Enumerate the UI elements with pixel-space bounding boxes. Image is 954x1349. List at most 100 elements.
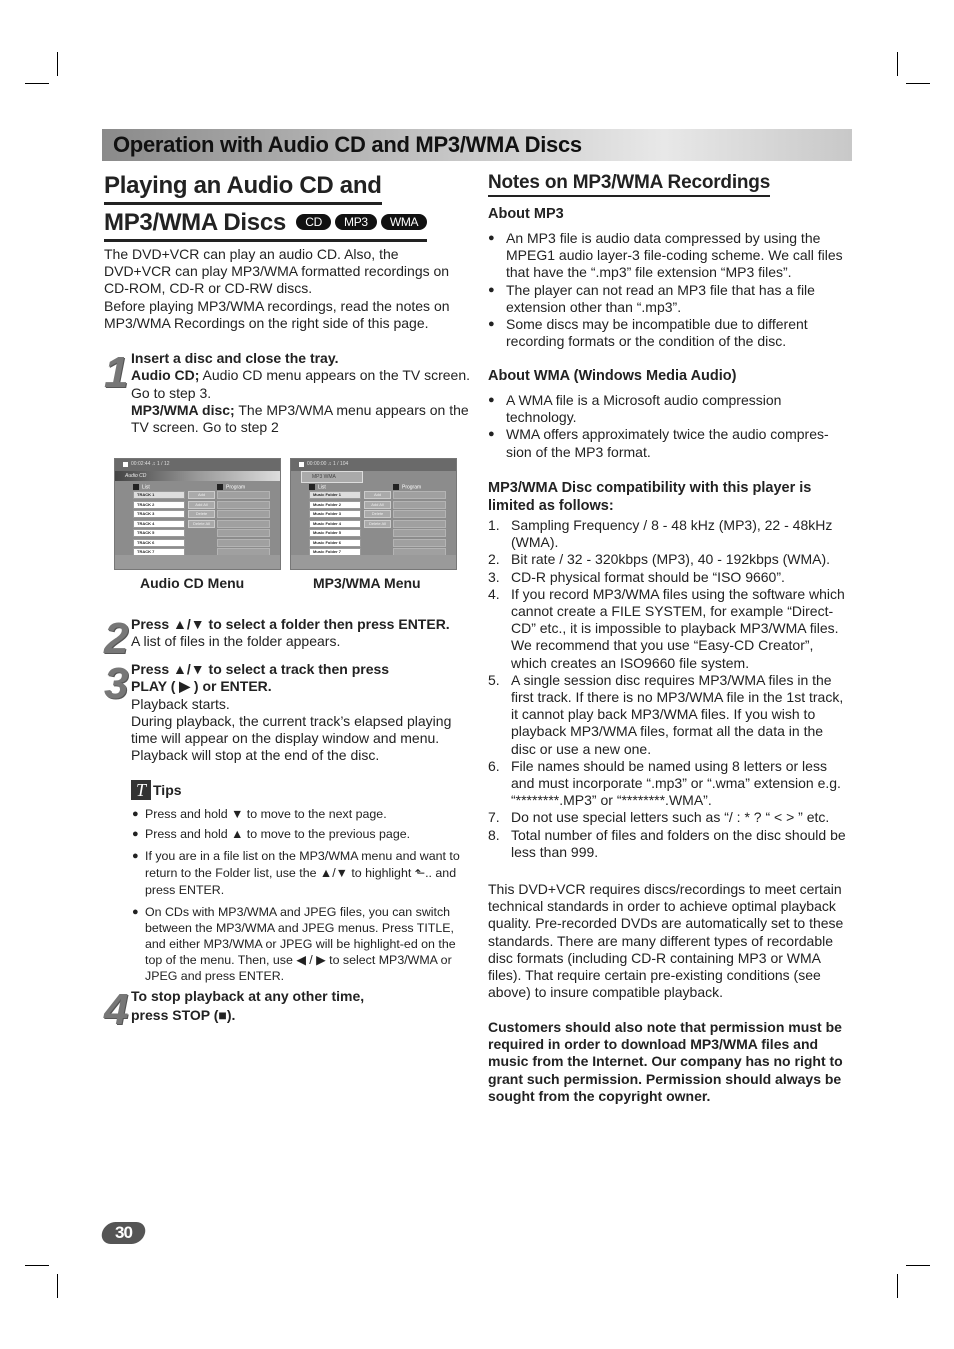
- menu-buttons: Add Add All Delete Delete All: [364, 491, 391, 529]
- list-item-text: A single session disc requires MP3/WMA f…: [511, 671, 844, 757]
- tip-item: ● Press and hold ▼ to move to the next pa…: [132, 807, 387, 821]
- step-number: 1: [104, 348, 129, 397]
- list-item: TRACK 1: [133, 491, 185, 499]
- audio-cd-menu-screenshot: 00:02:44 ♫ 1 / 12 Audio CD List Program …: [114, 458, 281, 570]
- add-button: Add: [364, 491, 391, 499]
- list-item: TRACK 2: [133, 500, 185, 509]
- tips-header: T Tips: [131, 780, 471, 800]
- step-body: Press ▲/▼ to select a folder then press …: [131, 616, 471, 651]
- list-item: ● WMA offers approximately twice the audi…: [488, 426, 829, 460]
- crop-mark: [57, 1274, 58, 1298]
- notes-heading: Notes on MP3/WMA Recordings: [488, 172, 770, 197]
- list-item: TRACK 5: [133, 529, 185, 537]
- delete-button: Delete: [188, 510, 215, 518]
- list-item-text: Sampling Frequency / 8 - 48 kHz (MP3), 2…: [511, 517, 833, 551]
- list-item: Music Folder 1: [309, 491, 361, 499]
- program-label: Program: [226, 484, 246, 491]
- page-heading-line1: Playing an Audio CD and: [104, 172, 382, 205]
- list-item-text: CD-R physical format should be “ISO 9660…: [511, 568, 785, 585]
- page-number: 30: [115, 1223, 132, 1242]
- list-item: 2. Bit rate / 32 - 320kbps (MP3), 40 - 19…: [488, 551, 831, 568]
- status-readout: 00:00:00 ♫ 1 / 104: [307, 461, 349, 467]
- step-title: Insert a disc and close the tray.: [131, 350, 339, 366]
- list-item-text: Some discs may be incompatible due to di…: [506, 316, 808, 350]
- page-heading-line2: MP3/WMA Discs CD MP3 WMA: [104, 209, 428, 242]
- list-item: Music Folder 3: [309, 510, 361, 518]
- section-banner: Operation with Audio CD and MP3/WMA Disc…: [102, 129, 852, 161]
- tip-item: ● On CDs with MP3/WMA and JPEG files, you…: [132, 905, 456, 983]
- tip-item: ● If you are in a file list on the MP3/WM…: [132, 849, 460, 897]
- step-title: Press ▲/▼ to select a folder then press …: [131, 616, 450, 632]
- list-item: ● A WMA file is a Microsoft audio compres…: [488, 392, 782, 426]
- heading-text: MP3/WMA Discs: [104, 209, 286, 236]
- list-item: 7. Do not use special letters such as “/ …: [488, 809, 830, 826]
- delete-all-button: Delete All: [364, 519, 391, 528]
- intro-text: The DVD+VCR can play an audio CD. Also, …: [104, 246, 466, 332]
- tip-text: If you are in a file list on the MP3/WMA…: [145, 849, 460, 897]
- program-icon: [393, 484, 399, 490]
- crop-mark: [25, 1265, 49, 1266]
- list-item-text: Bit rate / 32 - 320kbps (MP3), 40 - 192k…: [511, 551, 831, 568]
- compat-heading: MP3/WMA Disc compatibility with this pla…: [488, 480, 812, 514]
- step-number: 2: [104, 614, 129, 663]
- menu-title: Audio CD: [115, 471, 280, 481]
- delete-all-button: Delete All: [188, 519, 215, 528]
- step-body: Insert a disc and close the tray. Audio …: [131, 350, 471, 436]
- list-item: TRACK 4: [133, 519, 185, 528]
- badge-wma: WMA: [380, 213, 428, 230]
- step-text: During playback, the current track’s ela…: [131, 712, 452, 764]
- program-icon: [217, 484, 223, 490]
- step-text: Playback starts.: [131, 695, 230, 712]
- list-icon: [133, 484, 139, 490]
- step-title: To stop playback at any other time,: [131, 988, 365, 1004]
- list-item: Music Folder 6: [309, 538, 361, 547]
- add-all-button: Add All: [188, 500, 215, 509]
- step-number: 4: [104, 985, 129, 1034]
- crop-mark: [57, 52, 58, 76]
- step-title: Press ▲/▼ to select a track then press: [131, 661, 390, 677]
- program-label: Program: [402, 484, 422, 491]
- audio-cd-menu-caption: Audio CD Menu: [140, 575, 245, 591]
- list-item-text: Do not use special letters such as “/ : …: [511, 809, 830, 826]
- step-label: MP3/WMA disc;: [131, 401, 235, 418]
- badge-cd: CD: [296, 213, 332, 230]
- add-all-button: Add All: [364, 500, 391, 509]
- intro-paragraph: The DVD+VCR can play an audio CD. Also, …: [104, 246, 450, 297]
- step-title: PLAY ( ▶ ) or ENTER.: [131, 678, 272, 695]
- list-item: TRACK 3: [133, 510, 185, 518]
- compat-list: 1. Sampling Frequency / 8 - 48 kHz (MP3),…: [488, 517, 850, 861]
- step-body: Press ▲/▼ to select a track then press P…: [131, 661, 471, 765]
- mp3-wma-menu-caption: MP3/WMA Menu: [313, 575, 421, 591]
- menu-buttons: Add Add All Delete Delete All: [188, 491, 215, 529]
- list-item: 1. Sampling Frequency / 8 - 48 kHz (MP3),…: [488, 517, 833, 551]
- tip-text: Press and hold ▼ to move to the next pag…: [145, 807, 387, 821]
- about-wma-heading: About WMA (Windows Media Audio): [488, 368, 737, 384]
- list-item-text: File names should be named using 8 lette…: [511, 757, 841, 809]
- list-item: Music Folder 4: [309, 519, 361, 528]
- list-item-text: WMA offers approximately twice the audio…: [506, 426, 829, 460]
- list-item: ● The player can not read an MP3 file tha…: [488, 281, 815, 315]
- list-item: 5. A single session disc requires MP3/WMA…: [488, 671, 844, 757]
- delete-button: Delete: [364, 510, 391, 518]
- crop-mark: [897, 1274, 898, 1298]
- list-label: List: [318, 484, 326, 491]
- list-item: 6. File names should be named using 8 let…: [488, 757, 841, 809]
- standards-paragraph: This DVD+VCR requires discs/recordings t…: [488, 881, 844, 1001]
- crop-mark: [25, 83, 49, 84]
- list-item: 8. Total number of files and folders on t…: [488, 826, 846, 860]
- step-number: 3: [104, 659, 129, 708]
- tips-icon: T: [131, 780, 151, 800]
- list-item: Music Folder 5: [309, 529, 361, 537]
- list-item-text: An MP3 file is audio data compressed by …: [506, 230, 843, 281]
- step-text: A list of files in the folder appears.: [131, 633, 341, 650]
- tip-text: Press and hold ▲ to move to the previous…: [145, 827, 411, 841]
- list-icon: [309, 484, 315, 490]
- menu-title: MP3 WMA: [301, 471, 363, 483]
- list-item: 4. If you record MP3/WMA files using the …: [488, 585, 845, 671]
- step-body: To stop playback at any other time, pres…: [131, 987, 471, 1025]
- about-mp3-heading: About MP3: [488, 206, 564, 222]
- tip-text: On CDs with MP3/WMA and JPEG files, you …: [145, 905, 456, 983]
- crop-mark: [906, 1265, 930, 1266]
- mp3-wma-menu-screenshot: 00:00:00 ♫ 1 / 104 MP3 WMA List Program …: [290, 458, 457, 570]
- list-item: 3. CD-R physical format should be “ISO 96…: [488, 568, 785, 585]
